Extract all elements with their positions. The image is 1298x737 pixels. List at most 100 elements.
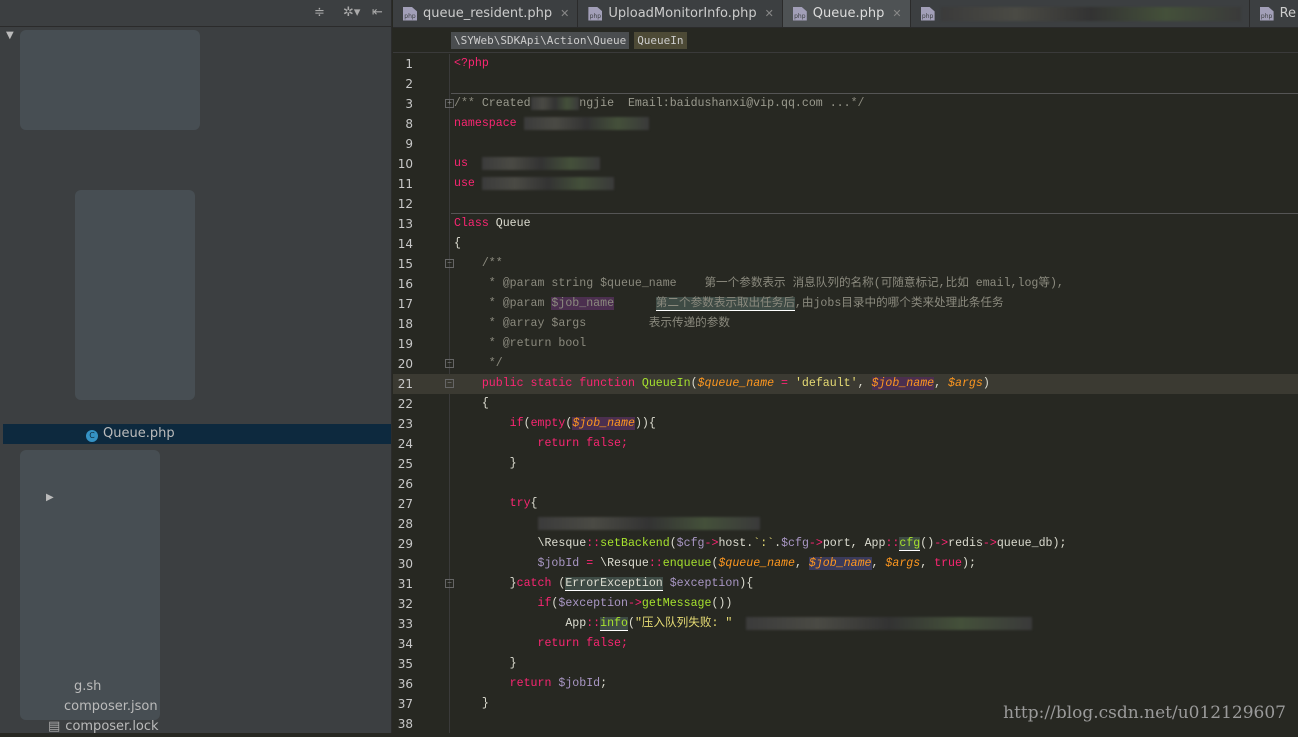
code-line[interactable]: 19 * @return bool	[393, 334, 1298, 354]
code-line[interactable]: 10 us	[393, 154, 1298, 174]
code-line[interactable]: 14 {	[393, 234, 1298, 254]
code-token: <?php	[454, 57, 489, 70]
code-token: App	[454, 617, 587, 630]
tree-item-queue-php[interactable]: C Queue.php	[3, 424, 391, 444]
project-sidebar: ≑ ✲▾ ⇤ ▼ C Queue.php ▶ g.sh composer.json…	[0, 0, 392, 734]
code-token: $job_name	[871, 377, 935, 390]
code-token: getMessage	[641, 597, 712, 610]
code-token: =	[774, 377, 795, 390]
tree-item-sh[interactable]: g.sh	[3, 677, 391, 697]
code-line[interactable]: 13 Class Queue	[393, 214, 1298, 234]
code-line[interactable]: 36 return $jobId;	[393, 674, 1298, 694]
code-token: );	[961, 557, 976, 570]
code-token: QueueIn	[641, 377, 691, 390]
code-line[interactable]: 24 return false;	[393, 434, 1298, 454]
code-line[interactable]: 1 <?php	[393, 54, 1298, 74]
code-line[interactable]: 18 * @array $args 表示传递的参数	[393, 314, 1298, 334]
code-line[interactable]: 20 − */	[393, 354, 1298, 374]
code-line[interactable]: 32 if($exception->getMessage())	[393, 594, 1298, 614]
tab-upload-monitor-info[interactable]: php UploadMonitorInfo.php ✕	[578, 0, 783, 27]
blurred-region	[530, 97, 580, 110]
code-line[interactable]: 12	[393, 194, 1298, 214]
code-token: ->	[704, 537, 719, 550]
line-number: 3	[405, 97, 413, 111]
code-text: us	[454, 154, 601, 174]
php-file-icon: php	[792, 6, 807, 21]
collapsed-triangle-icon[interactable]: ▶	[46, 492, 54, 503]
tab-blurred[interactable]: php	[911, 0, 1250, 27]
code-token: }	[454, 657, 517, 670]
tree-item-composer-json[interactable]: composer.json	[3, 697, 391, 717]
code-line[interactable]: 34 return false;	[393, 634, 1298, 654]
code-token: ->	[982, 537, 997, 550]
code-token: {	[454, 397, 489, 410]
expand-triangle-icon[interactable]: ▼	[6, 30, 14, 41]
code-token: if	[509, 417, 524, 430]
code-line[interactable]: 28	[393, 514, 1298, 534]
hide-panel-icon[interactable]: ⇤	[372, 5, 383, 20]
code-token: return	[509, 677, 559, 690]
php-file-icon: php	[1259, 6, 1274, 21]
code-line[interactable]: 21 − public static function QueueIn($queu…	[393, 374, 1298, 394]
code-text: */	[454, 354, 503, 374]
code-token: port, App	[822, 537, 886, 550]
code-line[interactable]: 3 +/** Created ngjie Email:baidushanxi@vi…	[393, 94, 1298, 114]
fold-marker-icon[interactable]: −	[445, 579, 454, 588]
gear-icon[interactable]: ✲▾	[343, 5, 360, 20]
collapse-all-icon[interactable]: ≑	[314, 5, 325, 20]
line-number: 23	[397, 417, 413, 431]
code-token: empty	[530, 417, 566, 430]
tab-queue-resident[interactable]: php queue_resident.php ✕	[393, 0, 579, 27]
fold-marker-icon[interactable]: +	[445, 99, 454, 108]
code-line[interactable]: 17 * @param $job_name 第二个参数表示取出任务后,由jobs…	[393, 294, 1298, 314]
code-text: }	[454, 654, 517, 674]
fold-marker-icon[interactable]: −	[445, 359, 454, 368]
code-line[interactable]: 8 namespace	[393, 114, 1298, 134]
tree-item-composer-lock[interactable]: ▤ composer.lock	[3, 717, 391, 737]
code-text: return false;	[454, 434, 628, 454]
breadcrumb-method[interactable]: QueueIn	[634, 31, 687, 49]
code-token: $queue_name	[697, 377, 775, 390]
code-line[interactable]: 22 {	[393, 394, 1298, 414]
code-text: }	[454, 694, 489, 714]
code-line[interactable]: 15 − /**	[393, 254, 1298, 274]
code-line[interactable]: 11 use	[393, 174, 1298, 194]
code-text: try{	[454, 494, 538, 514]
close-icon[interactable]: ✕	[892, 7, 901, 20]
code-token: info	[600, 617, 628, 631]
code-line[interactable]: 25 }	[393, 454, 1298, 474]
code-line[interactable]: 35 }	[393, 654, 1298, 674]
code-line[interactable]: 30 $jobId = \Resque::enqueue($queue_name…	[393, 554, 1298, 574]
code-line[interactable]: 31 − }catch (ErrorException $exception){	[393, 574, 1298, 594]
code-line[interactable]: 27 try{	[393, 494, 1298, 514]
close-icon[interactable]: ✕	[560, 7, 569, 20]
code-line[interactable]: 33 App::info("压入队列失败: "	[393, 614, 1298, 634]
code-line[interactable]: 23 if(empty($job_name)){	[393, 414, 1298, 434]
code-token: (	[551, 577, 566, 590]
tab-re[interactable]: php Re	[1250, 0, 1298, 27]
code-line[interactable]: 16 * @param string $queue_name 第一个参数表示 消…	[393, 274, 1298, 294]
code-token: $args	[948, 377, 983, 390]
code-token: (	[523, 417, 531, 430]
blurred-region	[481, 177, 615, 190]
close-icon[interactable]: ✕	[765, 7, 774, 20]
fold-marker-icon[interactable]: −	[445, 379, 454, 388]
code-editor[interactable]: 1 <?php 2 3 +/** Created ngjie Email:baidush…	[393, 54, 1298, 733]
code-token: ))	[634, 417, 649, 430]
code-token: =	[579, 557, 601, 570]
line-number: 17	[397, 297, 413, 311]
tab-queue[interactable]: php Queue.php ✕	[782, 0, 911, 27]
code-text	[454, 514, 761, 534]
code-token: `:`	[753, 537, 775, 550]
code-line[interactable]: 26	[393, 474, 1298, 494]
php-file-icon: php	[403, 6, 417, 21]
code-line[interactable]: 2	[393, 74, 1298, 94]
line-number: 29	[397, 537, 413, 551]
fold-marker-icon[interactable]: −	[445, 259, 454, 268]
code-line[interactable]: 29 \Resque::setBackend($cfg->host.`:`.$c…	[393, 534, 1298, 554]
line-number: 12	[397, 197, 413, 211]
breadcrumb-namespace[interactable]: \SYWeb\SDKApi\Action\Queue	[451, 31, 630, 49]
code-text: * @return bool	[454, 334, 586, 354]
code-line[interactable]: 9	[393, 134, 1298, 154]
